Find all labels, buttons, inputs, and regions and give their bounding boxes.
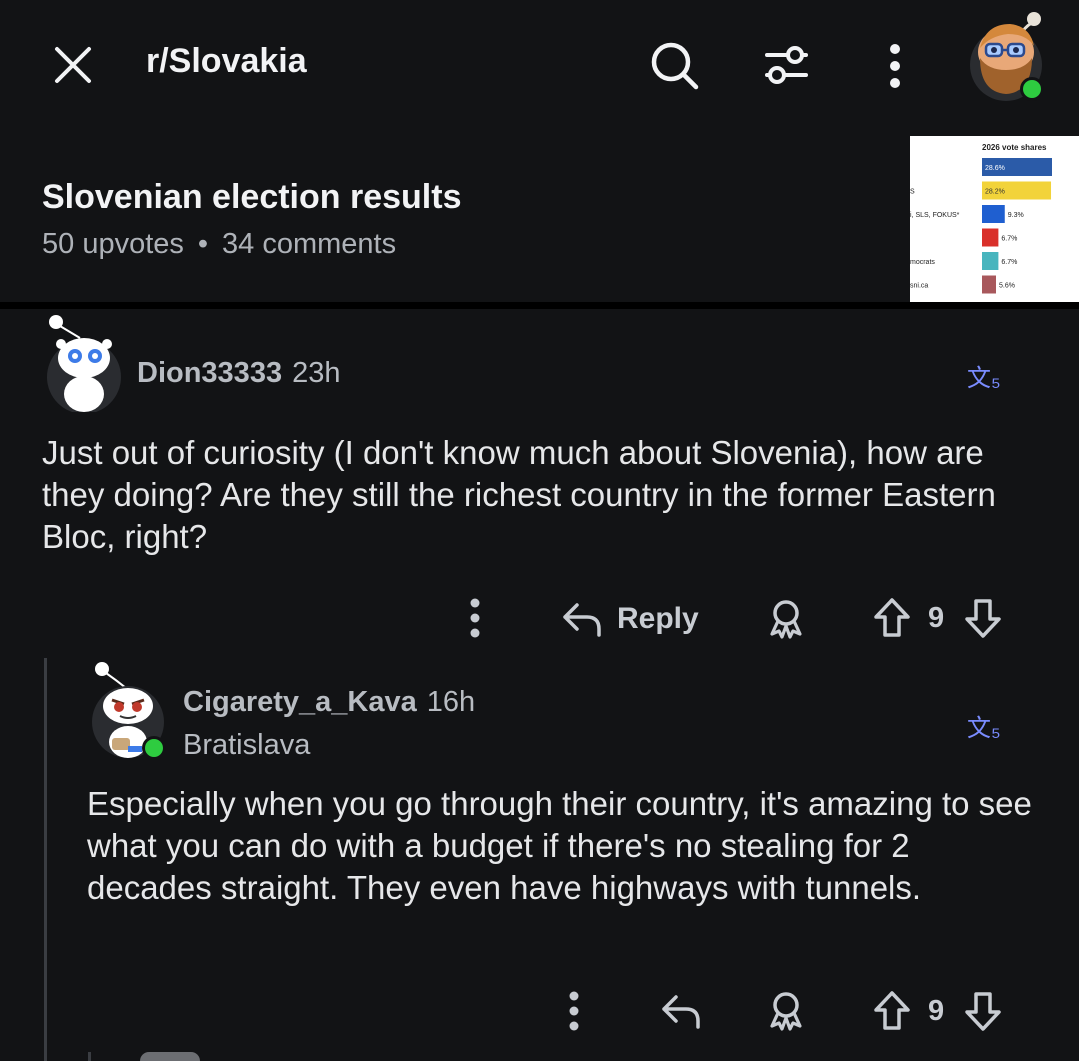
upvote-icon[interactable]	[872, 597, 912, 639]
search-icon[interactable]	[648, 40, 702, 92]
vote-bar-label: 6.7%	[1001, 236, 1017, 243]
vote-bar-label: 6.7%	[1001, 259, 1017, 266]
comment-header: Dion33333 23h	[137, 357, 340, 390]
post-meta: 50 upvotes • 34 comments	[42, 228, 396, 261]
upvote-icon[interactable]	[872, 990, 912, 1032]
top-bar: r/Slovakia	[0, 0, 1079, 130]
reply-icon[interactable]	[660, 991, 702, 1031]
reply-author[interactable]: Cigarety_a_Kava	[183, 686, 417, 718]
comment-count: 34 comments	[222, 228, 397, 260]
next-reply-line	[88, 1052, 91, 1061]
vote-count: 9	[928, 602, 945, 634]
vote-bar-label: 28.6%	[985, 165, 1005, 172]
reply-label: Reply	[617, 602, 699, 635]
vote-bar-label: 9.3%	[1008, 212, 1024, 219]
comment-more-icon[interactable]	[567, 991, 583, 1031]
vote-bar-label: 28.2%	[985, 189, 1005, 196]
post-thumbnail[interactable]: 2026 vote shares 28.6% 28.2% S 9.3% i, SLS, F…	[910, 136, 1079, 302]
vote-share-chart: 2026 vote shares 28.6% 28.2% S 9.3% i, SLS, F…	[910, 143, 1052, 294]
party-label: sni.ca	[910, 283, 928, 290]
comment-body: Just out of curiosity (I don't know much…	[42, 434, 996, 555]
translate-icon[interactable]: 文₅	[967, 708, 1001, 743]
reply-avatar[interactable]	[88, 660, 174, 764]
vote-bar	[982, 205, 1005, 223]
party-label: mocrats	[910, 259, 935, 266]
thread-line[interactable]	[44, 658, 47, 1061]
vote-bar	[982, 275, 996, 294]
reply-button[interactable]: Reply	[561, 596, 699, 642]
party-label: i, SLS, FOKUS*	[910, 212, 960, 219]
translate-icon[interactable]: 文₅	[967, 358, 1001, 393]
reply-time: 16h	[426, 686, 476, 718]
award-icon[interactable]	[766, 990, 806, 1032]
user-avatar[interactable]	[966, 10, 1048, 105]
meta-separator: •	[197, 228, 209, 260]
subreddit-title[interactable]: r/Slovakia	[146, 42, 307, 81]
comment-more-icon[interactable]	[468, 598, 484, 638]
comment-author[interactable]: Dion33333	[137, 357, 282, 389]
reply-icon	[563, 603, 601, 637]
party-label: S	[910, 189, 915, 196]
user-flair: Bratislava	[183, 729, 311, 761]
downvote-icon[interactable]	[963, 990, 1003, 1032]
comment-time: 23h	[292, 357, 341, 389]
filter-icon[interactable]	[760, 40, 812, 92]
reply-body: Especially when you go through their cou…	[87, 785, 1032, 906]
divider	[0, 302, 1079, 309]
downvote-icon[interactable]	[963, 597, 1003, 639]
thumbnail-title: 2026 vote shares	[982, 143, 1047, 152]
post-title[interactable]: Slovenian election results	[42, 178, 461, 217]
vote-bar	[982, 252, 999, 270]
vote-count: 9	[928, 995, 945, 1027]
vote-bar	[982, 228, 999, 247]
reply-header: Cigarety_a_Kava 16h	[183, 686, 475, 719]
award-icon[interactable]	[766, 598, 806, 640]
next-reply-avatar[interactable]	[140, 1052, 200, 1061]
vote-bar-label: 5.6%	[999, 283, 1015, 290]
upvote-count: 50 upvotes	[42, 228, 184, 260]
close-icon[interactable]	[50, 42, 96, 88]
commenter-avatar[interactable]	[44, 312, 124, 414]
more-vertical-icon[interactable]	[880, 40, 910, 92]
